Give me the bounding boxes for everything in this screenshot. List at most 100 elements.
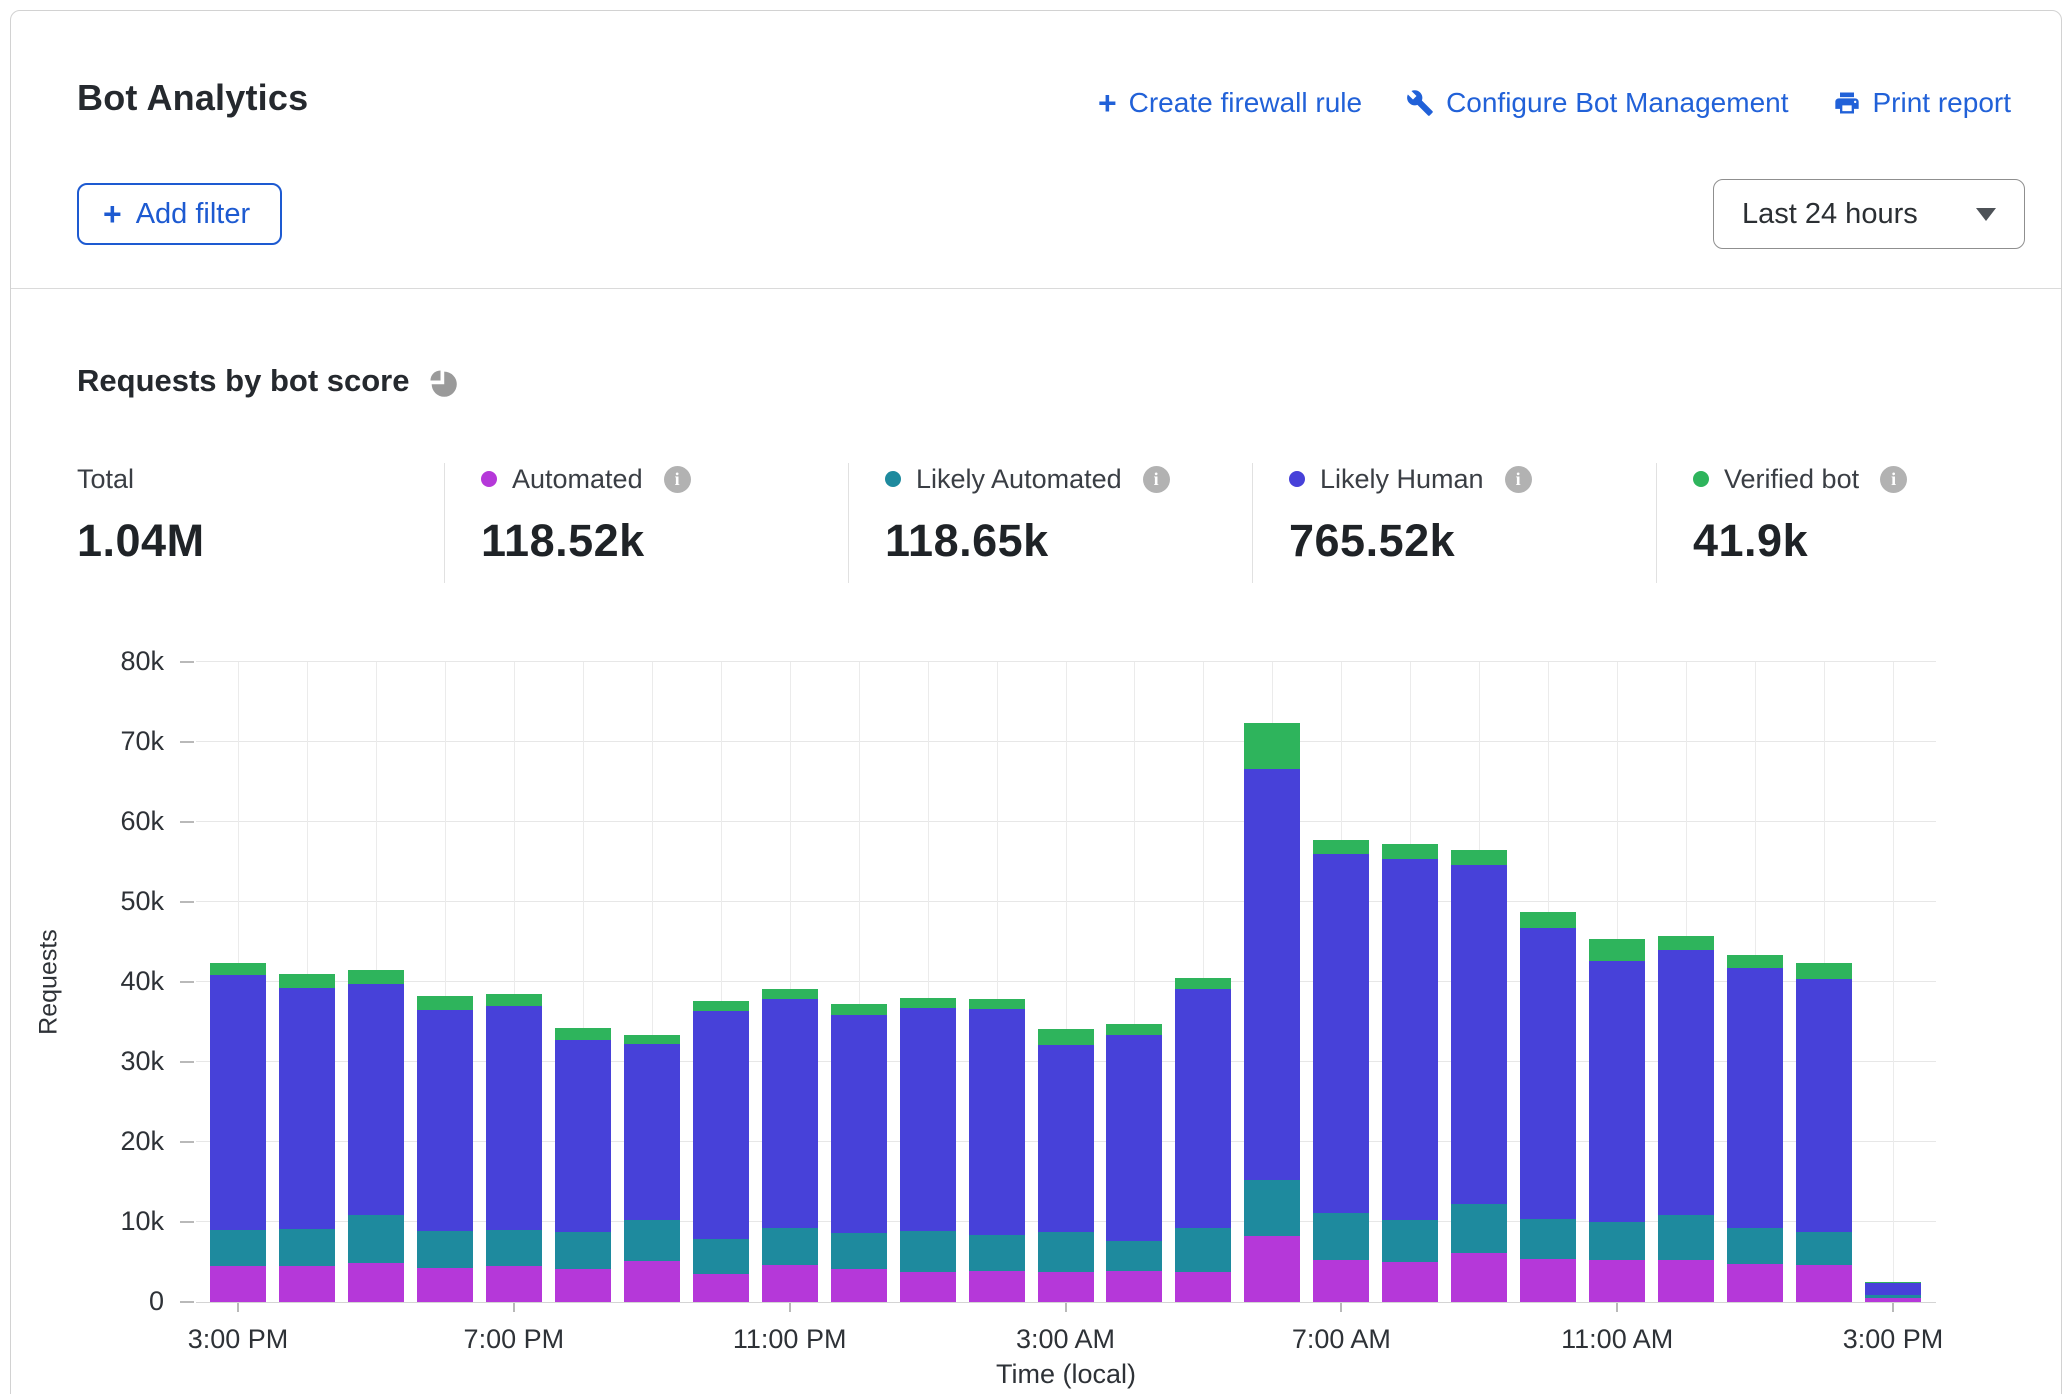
bar-segment-likely-human [1038,1045,1094,1231]
chart-bar-8-00-pm[interactable] [555,1028,611,1302]
chart-bar-3-00-am[interactable] [1038,1029,1094,1302]
y-axis-tick-label: 60k [94,806,164,837]
chart-bar-7-00-am[interactable] [1313,840,1369,1302]
x-axis-tick-label: 3:00 AM [1016,1324,1115,1355]
chart-bar-4-00-am[interactable] [1106,1024,1162,1302]
bar-segment-likely-human [1796,979,1852,1232]
bar-segment-automated [1520,1259,1576,1302]
y-axis-tick [180,821,194,823]
stat-value: 118.65k [885,515,1245,567]
bar-segment-likely-human [1451,865,1507,1204]
chart-bar-1-00-pm[interactable] [1727,955,1783,1302]
header-divider [11,288,2061,289]
bar-segment-verified-bot [486,994,542,1006]
chart-bar-6-00-am[interactable] [1244,723,1300,1302]
bar-segment-verified-bot [1451,850,1507,865]
chart-bar-3-00-pm[interactable] [210,963,266,1302]
chart-bar-6-00-pm[interactable] [417,996,473,1302]
bar-segment-likely-human [1382,859,1438,1220]
configure-bot-management-link[interactable]: Configure Bot Management [1406,87,1788,119]
chart-bar-10-00-am[interactable] [1520,912,1576,1302]
bar-segment-likely-automated [1589,1222,1645,1260]
bar-segment-likely-automated [486,1230,542,1266]
bar-segment-likely-automated [1451,1204,1507,1253]
stat-total: Total1.04M [77,461,437,567]
plus-icon: + [103,198,122,230]
bar-segment-verified-bot [693,1001,749,1011]
chart-bar-1-00-am[interactable] [900,998,956,1302]
chart-bar-11-00-am[interactable] [1589,939,1645,1302]
print-report-link[interactable]: Print report [1833,87,2012,119]
chart-bar-7-00-pm[interactable] [486,994,542,1302]
chart-bar-3-00-pm[interactable] [1865,1282,1921,1302]
stat-value: 765.52k [1289,515,1649,567]
chart-bar-12-00-pm[interactable] [1658,936,1714,1302]
header-actions: + Create firewall rule Configure Bot Man… [1098,87,2011,119]
bar-segment-verified-bot [1589,939,1645,961]
bar-segment-likely-human [1865,1283,1921,1295]
y-axis-tick [180,901,194,903]
chart-bar-5-00-am[interactable] [1175,978,1231,1302]
bar-segment-verified-bot [1727,955,1783,968]
chart-bar-9-00-am[interactable] [1451,850,1507,1302]
bar-segment-automated [624,1261,680,1302]
x-axis-tick [1065,1303,1067,1312]
stat-header: Verified boti [1693,461,2053,497]
plus-icon: + [1098,87,1117,119]
info-icon[interactable]: i [1880,466,1907,493]
bar-segment-verified-bot [1038,1029,1094,1045]
chart-bar-2-00-am[interactable] [969,999,1025,1302]
legend-dot-icon [481,471,497,487]
chart-bar-4-00-pm[interactable] [279,974,335,1302]
y-axis-tick-label: 50k [94,886,164,917]
bar-segment-verified-bot [1244,723,1300,769]
bot-analytics-card: Bot Analytics + Create firewall rule Con… [10,10,2062,1394]
bar-segment-likely-human [1520,928,1576,1219]
bar-segment-likely-human [1313,854,1369,1213]
chart-bar-11-00-pm[interactable] [762,989,818,1302]
page-title: Bot Analytics [77,77,308,119]
bar-segment-likely-human [1589,961,1645,1222]
legend-dot-icon [885,471,901,487]
y-axis-tick-label: 30k [94,1046,164,1077]
bar-segment-likely-automated [210,1230,266,1266]
chart-bar-8-00-am[interactable] [1382,844,1438,1302]
y-axis-tick [180,1301,194,1303]
chart-bar-9-00-pm[interactable] [624,1035,680,1302]
bar-segment-automated [279,1266,335,1302]
chart-bar-12-00-am[interactable] [831,1004,887,1302]
bar-segment-likely-automated [831,1233,887,1269]
legend-dot-icon [1289,471,1305,487]
bar-segment-likely-automated [555,1232,611,1269]
bar-segment-verified-bot [1520,912,1576,928]
bar-segment-verified-bot [210,963,266,975]
y-axis-tick-label: 20k [94,1126,164,1157]
chart-bar-10-00-pm[interactable] [693,1001,749,1302]
bar-segment-likely-human [969,1009,1025,1235]
x-axis-tick [1616,1303,1618,1312]
stat-header: Likely Automatedi [885,461,1245,497]
create-firewall-rule-link[interactable]: + Create firewall rule [1098,87,1362,119]
bar-segment-likely-human [900,1008,956,1230]
info-icon[interactable]: i [1143,466,1170,493]
stat-value: 1.04M [77,515,437,567]
bar-segment-verified-bot [831,1004,887,1014]
bar-segment-automated [1313,1260,1369,1302]
info-icon[interactable]: i [1505,466,1532,493]
chart-bar-5-00-pm[interactable] [348,970,404,1302]
chart-bar-2-00-pm[interactable] [1796,963,1852,1302]
time-range-dropdown[interactable]: Last 24 hours [1713,179,2025,249]
x-axis-tick-label: 11:00 AM [1561,1324,1673,1355]
add-filter-button[interactable]: + Add filter [77,183,282,245]
x-axis-tick [789,1303,791,1312]
bar-segment-verified-bot [1796,963,1852,979]
printer-icon [1833,89,1861,117]
x-axis-tick-label: 3:00 PM [188,1324,289,1355]
bar-segment-likely-human [762,999,818,1228]
x-axis-tick-label: 7:00 PM [464,1324,565,1355]
wrench-icon [1406,89,1434,117]
bar-segment-likely-human [831,1015,887,1233]
stat-header: Likely Humani [1289,461,1649,497]
info-icon[interactable]: i [664,466,691,493]
bar-segment-automated [900,1272,956,1302]
